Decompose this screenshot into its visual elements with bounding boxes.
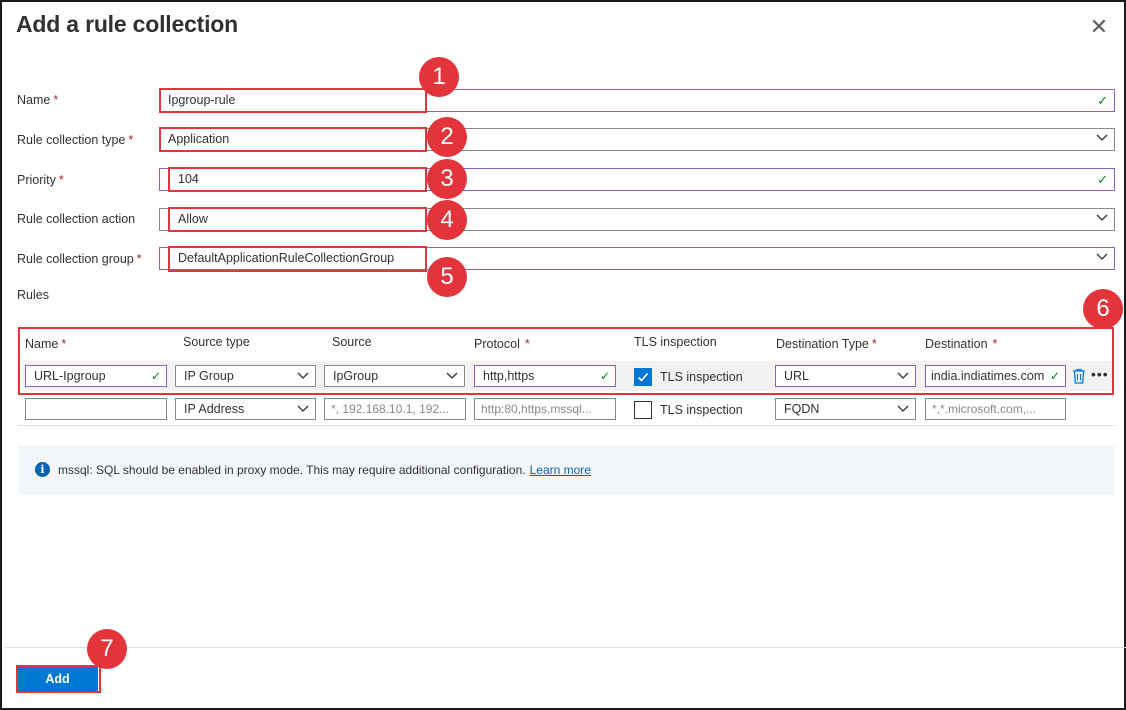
chevron-down-icon (1096, 214, 1108, 224)
dialog: Add a rule collection ✕ Name * Ipgroup-ru… (0, 0, 1126, 710)
protocol-input[interactable]: http:80,https,mssql... (474, 398, 616, 420)
name-label: Name * (17, 93, 59, 107)
check-icon: ✓ (599, 369, 610, 383)
column-header-protocol: Protocol * (474, 337, 530, 351)
protocol-input[interactable]: http,https ✓ (474, 365, 616, 387)
callout-badge-2: 2 (427, 117, 467, 157)
callout-badge-5: 5 (427, 257, 467, 297)
source-input[interactable]: *, 192.168.10.1, 192... (324, 398, 466, 420)
destination-type-select[interactable]: FQDN (775, 398, 916, 420)
learn-more-link[interactable]: Learn more (530, 463, 591, 477)
trash-icon[interactable] (1072, 368, 1086, 384)
tls-inspection-checkbox[interactable] (634, 368, 652, 386)
destination-input[interactable]: india.indiatimes.com ✓ (925, 365, 1066, 387)
priority-input[interactable]: 104 ✓ (159, 168, 1115, 191)
source-type-select[interactable]: IP Address (175, 398, 316, 420)
column-header-destination: Destination * (925, 337, 998, 351)
tls-inspection-label: TLS inspection (660, 370, 743, 384)
priority-label: Priority * (17, 173, 64, 187)
rule-name-input-empty[interactable] (25, 398, 167, 420)
rule-collection-type-select[interactable]: Application (159, 128, 1115, 151)
table-divider (18, 425, 1115, 426)
callout-badge-7: 7 (87, 629, 127, 669)
column-header-source: Source (332, 335, 372, 349)
column-header-destination-type: Destination Type * (776, 337, 877, 351)
rule-collection-group-select[interactable]: DefaultApplicationRuleCollectionGroup (159, 247, 1115, 270)
destination-input[interactable]: *,*.microsoft.com,... (925, 398, 1066, 420)
chevron-down-icon (897, 372, 909, 382)
rule-collection-action-select[interactable]: Allow (159, 208, 1115, 231)
rules-section-label: Rules (17, 288, 49, 302)
destination-type-select[interactable]: URL (775, 365, 916, 387)
info-icon: i (35, 462, 50, 477)
callout-badge-1: 1 (419, 57, 459, 97)
chevron-down-icon (297, 372, 309, 382)
tls-inspection-checkbox[interactable] (634, 401, 652, 419)
more-options-icon[interactable]: ••• (1091, 366, 1109, 382)
rule-collection-type-label: Rule collection type * (17, 133, 134, 147)
check-icon: ✓ (1097, 172, 1108, 187)
callout-badge-6: 6 (1083, 289, 1123, 329)
info-text: mssql: SQL should be enabled in proxy mo… (58, 463, 591, 477)
footer-divider (4, 647, 1126, 648)
callout-badge-3: 3 (427, 159, 467, 199)
close-icon[interactable]: ✕ (1088, 16, 1110, 38)
rule-collection-group-label: Rule collection group * (17, 252, 142, 266)
name-input[interactable]: Ipgroup-rule ✓ (159, 89, 1115, 112)
chevron-down-icon (1096, 253, 1108, 263)
dialog-title: Add a rule collection (16, 11, 239, 37)
add-button[interactable]: Add (17, 667, 98, 691)
rule-collection-action-label: Rule collection action (17, 212, 136, 226)
column-header-tls-inspection: TLS inspection (634, 335, 717, 349)
rule-name-input[interactable]: URL-Ipgroup ✓ (25, 365, 167, 387)
check-icon: ✓ (1047, 366, 1060, 386)
source-type-select[interactable]: IP Group (175, 365, 316, 387)
check-icon: ✓ (150, 369, 161, 383)
chevron-down-icon (297, 405, 309, 415)
tls-inspection-label: TLS inspection (660, 403, 743, 417)
chevron-down-icon (446, 372, 458, 382)
source-select[interactable]: IpGroup (324, 365, 465, 387)
column-header-source-type: Source type (183, 335, 250, 349)
chevron-down-icon (1096, 134, 1108, 144)
chevron-down-icon (897, 405, 909, 415)
info-banner: i mssql: SQL should be enabled in proxy … (18, 445, 1115, 495)
check-icon: ✓ (1097, 93, 1108, 108)
callout-badge-4: 4 (427, 200, 467, 240)
column-header-name: Name * (25, 337, 67, 351)
